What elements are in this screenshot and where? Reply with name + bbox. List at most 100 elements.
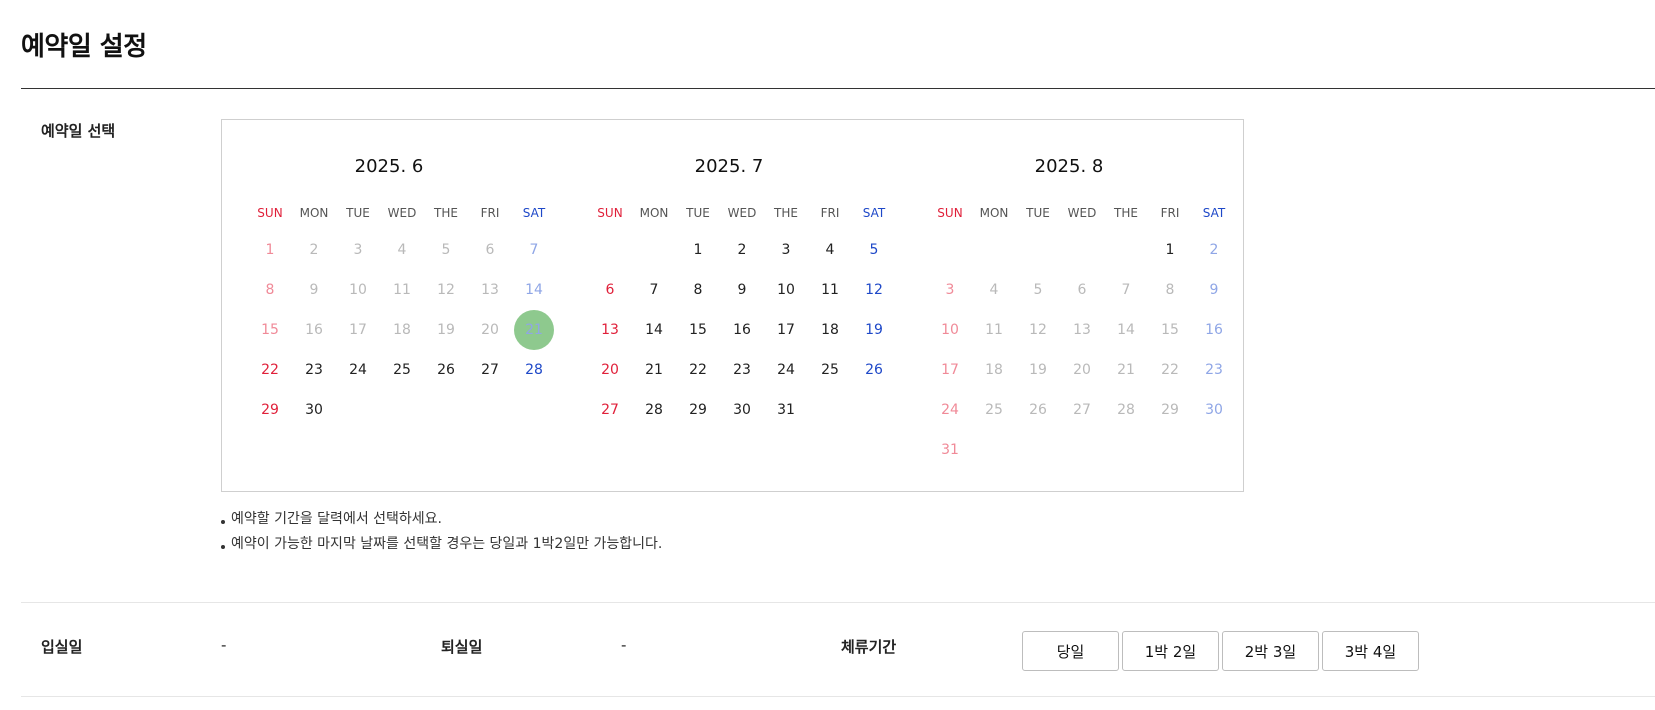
calendar-day[interactable]: 1 <box>1150 230 1190 270</box>
calendar-day: 9 <box>309 282 319 298</box>
calendar-day[interactable]: 6 <box>590 270 630 310</box>
calendar-day: 10 <box>941 322 959 338</box>
calendar-day[interactable]: 30 <box>294 390 334 430</box>
calendar-day[interactable]: 25 <box>382 350 422 390</box>
bullet-icon <box>221 519 225 524</box>
calendar-day[interactable]: 20 <box>590 350 630 390</box>
stay-period-label: 체류기간 <box>841 638 897 656</box>
calendar-day[interactable]: 13 <box>590 310 630 350</box>
calendar-day: 2 <box>1209 242 1219 258</box>
calendar-day[interactable]: 29 <box>250 390 290 430</box>
calendar-day: 17 <box>349 322 367 338</box>
calendar-day: 21 <box>514 310 554 350</box>
section-divider <box>21 602 1655 603</box>
calendar-day[interactable]: 19 <box>854 310 894 350</box>
calendar-day[interactable]: 27 <box>590 390 630 430</box>
calendar-day[interactable]: 26 <box>854 350 894 390</box>
calendar-day[interactable]: 28 <box>634 390 674 430</box>
calendar-day[interactable]: 16 <box>722 310 762 350</box>
calendar-box: 2025. 6 SUN MON TUE WED THE FRI SAT 1234567891… <box>221 119 1244 492</box>
calendar-day: 23 <box>1205 362 1223 378</box>
calendar-day: 10 <box>349 282 367 298</box>
calendar-day[interactable]: 17 <box>766 310 806 350</box>
calendar-day: 17 <box>941 362 959 378</box>
stay-option-same-day-button[interactable]: 당일 <box>1022 631 1119 671</box>
calendar-day[interactable]: 10 <box>766 270 806 310</box>
calendar-day[interactable]: 11 <box>810 270 850 310</box>
calendar-day[interactable]: 8 <box>678 270 718 310</box>
calendar-day: 13 <box>1073 322 1091 338</box>
calendar-day[interactable]: 4 <box>810 230 850 270</box>
calendar-day: 29 <box>1161 402 1179 418</box>
calendar-day[interactable]: 5 <box>854 230 894 270</box>
calendar-day: 24 <box>941 402 959 418</box>
calendar-day: 7 <box>529 242 539 258</box>
calendar-day: 18 <box>985 362 1003 378</box>
calendar-day[interactable]: 27 <box>470 350 510 390</box>
calendar-day: 3 <box>353 242 363 258</box>
calendar-day: 25 <box>985 402 1003 418</box>
checkout-label: 퇴실일 <box>441 638 483 656</box>
calendar-day: 13 <box>481 282 499 298</box>
calendar-day: 20 <box>1073 362 1091 378</box>
calendar-day: 14 <box>1117 322 1135 338</box>
calendar-day[interactable]: 9 <box>722 270 762 310</box>
calendar-day: 5 <box>1033 282 1043 298</box>
calendar-day[interactable]: 30 <box>722 390 762 430</box>
calendar-day: 18 <box>393 322 411 338</box>
calendar-day: 16 <box>305 322 323 338</box>
calendar-day: 21 <box>1117 362 1135 378</box>
calendar-day[interactable]: 18 <box>810 310 850 350</box>
day-grid: 1 2 3 4 5 6 7 8 9 10 11 12 13 14 15 16 17 18 19 20 21 22 23 24 2… <box>914 120 1224 493</box>
calendar-day: 26 <box>1029 402 1047 418</box>
calendar-day[interactable]: 22 <box>678 350 718 390</box>
calendar-day: 5 <box>441 242 451 258</box>
calendar-day[interactable]: 26 <box>426 350 466 390</box>
calendar-day: 27 <box>1073 402 1091 418</box>
calendar-day: 14 <box>525 282 543 298</box>
note-item: 예약이 가능한 마지막 날짜를 선택할 경우는 당일과 1박2일만 가능합니다. <box>221 532 662 557</box>
checkin-value: - <box>221 636 227 654</box>
checkout-value: - <box>621 636 627 654</box>
bottom-divider <box>21 696 1655 697</box>
calendar-day[interactable]: 21 <box>634 350 674 390</box>
calendar-day[interactable]: 14 <box>634 310 674 350</box>
calendar-day[interactable]: 22 <box>250 350 290 390</box>
calendar-day: 19 <box>1029 362 1047 378</box>
calendar-day[interactable]: 24 <box>338 350 378 390</box>
calendar-day: 8 <box>1165 282 1175 298</box>
calendar-day: 4 <box>989 282 999 298</box>
notes: 예약할 기간을 달력에서 선택하세요. 예약이 가능한 마지막 날짜를 선택할 … <box>221 507 662 557</box>
calendar-day: 20 <box>481 322 499 338</box>
calendar-day: 6 <box>1077 282 1087 298</box>
calendar-day: 31 <box>941 442 959 458</box>
stay-option-1n2d-button[interactable]: 1박 2일 <box>1122 631 1219 671</box>
select-date-label: 예약일 선택 <box>41 122 116 140</box>
calendar-day[interactable]: 31 <box>766 390 806 430</box>
calendar-day: 11 <box>985 322 1003 338</box>
stay-option-3n4d-button[interactable]: 3박 4일 <box>1322 631 1419 671</box>
stay-option-2n3d-button[interactable]: 2박 3일 <box>1222 631 1319 671</box>
calendar-day: 12 <box>437 282 455 298</box>
calendar-day[interactable]: 1 <box>678 230 718 270</box>
calendar-day[interactable]: 24 <box>766 350 806 390</box>
calendar-day: 8 <box>265 282 275 298</box>
bullet-icon <box>221 544 225 549</box>
calendar-day[interactable]: 7 <box>634 270 674 310</box>
calendar-day[interactable]: 23 <box>722 350 762 390</box>
calendar-day[interactable]: 2 <box>722 230 762 270</box>
calendar-day[interactable]: 12 <box>854 270 894 310</box>
calendar-day[interactable]: 25 <box>810 350 850 390</box>
calendar-day: 3 <box>945 282 955 298</box>
calendar-day[interactable]: 3 <box>766 230 806 270</box>
calendar-day[interactable]: 23 <box>294 350 334 390</box>
calendar-day[interactable]: 28 <box>514 350 554 390</box>
note-text: 예약할 기간을 달력에서 선택하세요. <box>231 511 442 527</box>
day-grid: 1 2 3 4 5 6 7 8 9 10 11 12 13 14 15 16 17 18 19 20 21 22 23 24 2… <box>234 120 554 493</box>
note-text: 예약이 가능한 마지막 날짜를 선택할 경우는 당일과 1박2일만 가능합니다. <box>231 536 663 552</box>
calendar-day[interactable]: 29 <box>678 390 718 430</box>
page-title: 예약일 설정 <box>21 32 147 62</box>
calendar-day[interactable]: 15 <box>678 310 718 350</box>
calendar-day: 4 <box>397 242 407 258</box>
calendar-day: 12 <box>1029 322 1047 338</box>
